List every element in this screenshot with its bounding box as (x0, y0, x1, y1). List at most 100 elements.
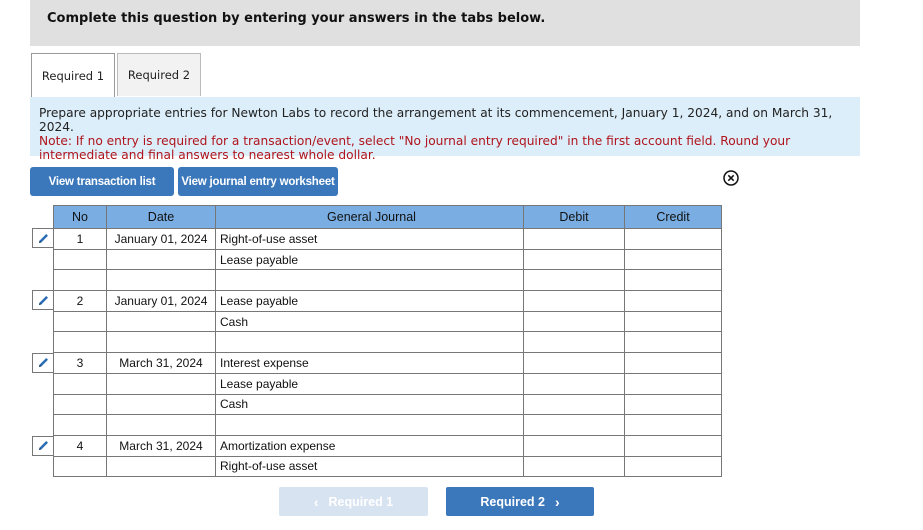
debit-cell[interactable] (523, 310, 625, 333)
account-cell[interactable] (215, 414, 524, 436)
date-cell[interactable] (106, 414, 216, 436)
date-cell[interactable]: March 31, 2024 (106, 434, 216, 457)
credit-cell[interactable] (624, 310, 722, 333)
account-cell[interactable]: Lease payable (215, 372, 524, 395)
table-row (53, 414, 722, 436)
date-cell[interactable] (106, 269, 216, 292)
next-required-button[interactable]: Required 2 › (446, 487, 594, 516)
entry-number-cell (53, 455, 107, 478)
pencil-icon (38, 358, 48, 367)
prev-required-button: ‹ Required 1 (279, 487, 428, 516)
date-cell[interactable] (106, 310, 216, 333)
date-cell[interactable] (106, 331, 216, 354)
close-circle-icon[interactable] (723, 170, 739, 186)
account-cell[interactable]: Cash (215, 310, 524, 333)
prev-required-label: Required 1 (328, 494, 394, 509)
instruction-banner: Complete this question by entering your … (30, 0, 860, 46)
credit-cell[interactable] (624, 393, 722, 416)
instructions-panel: Prepare appropriate entries for Newton L… (30, 97, 860, 162)
credit-cell[interactable] (624, 455, 722, 478)
table-row: Right-of-use asset (53, 455, 722, 478)
edit-entry-button[interactable] (32, 290, 53, 311)
account-cell[interactable]: Interest expense (215, 352, 524, 374)
debit-cell[interactable] (523, 248, 625, 271)
pencil-icon (38, 295, 48, 305)
credit-cell[interactable] (624, 434, 722, 457)
account-cell[interactable]: Amortization expense (215, 434, 524, 457)
date-cell[interactable] (106, 372, 216, 395)
edit-entry-button[interactable] (32, 435, 53, 456)
header-debit: Debit (523, 205, 625, 229)
credit-cell[interactable] (624, 269, 722, 292)
header-credit: Credit (624, 205, 722, 229)
debit-cell[interactable] (523, 393, 625, 416)
general-journal-table: No Date General Journal Debit Credit 1 Ja… (53, 205, 722, 478)
tab-required-2[interactable]: Required 2 (117, 53, 201, 96)
entry-number-cell (53, 372, 107, 395)
account-cell[interactable] (215, 269, 524, 292)
account-cell[interactable]: Lease payable (215, 248, 524, 271)
edit-entry-button[interactable] (32, 352, 53, 373)
debit-cell[interactable] (523, 290, 625, 312)
table-row: Cash (53, 393, 722, 416)
view-transaction-list-button[interactable]: View transaction list (30, 167, 174, 196)
entry-number-cell (53, 310, 107, 333)
table-row (53, 269, 722, 292)
header-no: No (53, 205, 107, 229)
credit-cell[interactable] (624, 228, 722, 250)
pencil-icon (38, 441, 48, 450)
account-cell[interactable]: Cash (215, 393, 524, 416)
header-date: Date (106, 205, 216, 229)
debit-cell[interactable] (523, 434, 625, 457)
edit-entry-button[interactable] (32, 228, 53, 248)
credit-cell[interactable] (624, 414, 722, 436)
debit-cell[interactable] (523, 269, 625, 292)
table-row: 1 January 01, 2024 Right-of-use asset (53, 228, 722, 250)
tab-required-1[interactable]: Required 1 (31, 53, 115, 97)
debit-cell[interactable] (523, 228, 625, 250)
entry-number-cell (53, 414, 107, 436)
credit-cell[interactable] (624, 248, 722, 271)
credit-cell[interactable] (624, 352, 722, 374)
entry-number-cell (53, 248, 107, 271)
debit-cell[interactable] (523, 372, 625, 395)
credit-cell[interactable] (624, 290, 722, 312)
date-cell[interactable] (106, 248, 216, 271)
pencil-icon (38, 233, 48, 243)
next-required-label: Required 2 (480, 494, 545, 509)
header-general-journal: General Journal (215, 205, 524, 229)
entry-number-cell: 4 (53, 434, 107, 457)
date-cell[interactable] (106, 455, 216, 478)
date-cell[interactable]: January 01, 2024 (106, 228, 216, 250)
banner-text: Complete this question by entering your … (47, 11, 546, 26)
table-row: 2 January 01, 2024 Lease payable (53, 290, 722, 312)
date-cell[interactable]: March 31, 2024 (106, 352, 216, 374)
credit-cell[interactable] (624, 372, 722, 395)
date-cell[interactable]: January 01, 2024 (106, 290, 216, 312)
entry-number-cell: 3 (53, 352, 107, 374)
account-cell[interactable]: Lease payable (215, 290, 524, 312)
view-journal-worksheet-button[interactable]: View journal entry worksheet (178, 167, 338, 196)
account-cell[interactable]: Right-of-use asset (215, 455, 524, 478)
tab-bar: Required 1 Required 2 (30, 53, 860, 98)
table-row: Lease payable (53, 248, 722, 271)
instructions-note-text: Note: If no entry is required for a tran… (39, 134, 791, 162)
debit-cell[interactable] (523, 331, 625, 354)
credit-cell[interactable] (624, 331, 722, 354)
entry-number-cell (53, 393, 107, 416)
date-cell[interactable] (106, 393, 216, 416)
account-cell[interactable]: Right-of-use asset (215, 228, 524, 250)
table-row: 4 March 31, 2024 Amortization expense (53, 434, 722, 457)
debit-cell[interactable] (523, 352, 625, 374)
table-row (53, 331, 722, 354)
entry-number-cell: 2 (53, 290, 107, 312)
account-cell[interactable] (215, 331, 524, 354)
chevron-left-icon: ‹ (313, 493, 319, 510)
entry-number-cell (53, 269, 107, 292)
chevron-right-icon: › (554, 493, 560, 510)
table-row: 3 March 31, 2024 Interest expense (53, 352, 722, 374)
debit-cell[interactable] (523, 414, 625, 436)
entry-number-cell (53, 331, 107, 354)
instructions-main-text: Prepare appropriate entries for Newton L… (39, 106, 833, 134)
debit-cell[interactable] (523, 455, 625, 478)
